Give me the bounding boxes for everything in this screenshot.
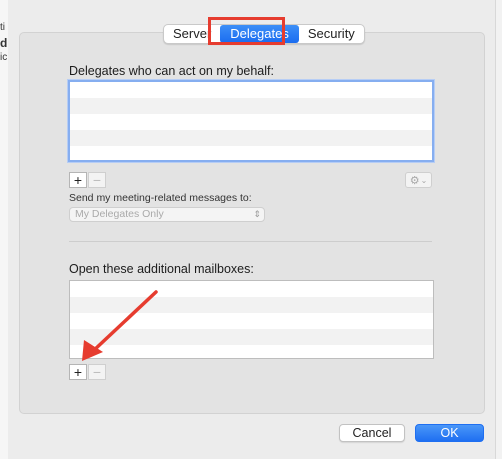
background-text: d (0, 36, 8, 50)
list-row (70, 281, 433, 297)
send-messages-popup[interactable]: My Delegates Only ⇕ (69, 207, 265, 222)
list-row (70, 345, 433, 358)
list-row (70, 114, 432, 130)
background-text: ti (0, 22, 5, 33)
list-row (70, 130, 432, 146)
delegates-list[interactable] (68, 80, 434, 162)
list-row (70, 146, 432, 160)
list-row (70, 329, 433, 345)
mailboxes-list[interactable] (69, 280, 434, 359)
gear-icon: ⚙ (409, 174, 420, 187)
tab-delegates[interactable]: Delegates (220, 25, 299, 43)
tab-bar: Server Delegates Security (163, 24, 365, 44)
list-row (70, 98, 432, 114)
add-delegate-button[interactable]: + (69, 172, 87, 188)
remove-delegate-button[interactable]: − (88, 172, 106, 188)
list-row (70, 313, 433, 329)
mailboxes-heading: Open these additional mailboxes: (69, 262, 254, 276)
ok-button[interactable]: OK (415, 424, 484, 442)
mailboxes-add-remove: + − (69, 364, 106, 380)
add-mailbox-button[interactable]: + (69, 364, 87, 380)
chevron-down-icon: ⌄ (420, 175, 428, 185)
background-window-edge-right (495, 0, 502, 459)
background-text: ic (0, 52, 8, 63)
tab-security[interactable]: Security (299, 25, 364, 43)
updown-arrows-icon: ⇕ (253, 209, 261, 219)
delegate-actions-button[interactable]: ⚙ ⌄ (405, 172, 432, 188)
list-row (70, 297, 433, 313)
delegates-heading: Delegates who can act on my behalf: (69, 64, 274, 78)
tab-server[interactable]: Server (164, 25, 220, 43)
send-messages-value: My Delegates Only (75, 208, 164, 220)
list-row (70, 82, 432, 98)
delegates-add-remove: + − (69, 172, 106, 188)
section-divider (69, 241, 432, 242)
send-messages-label: Send my meeting-related messages to: (69, 192, 252, 204)
remove-mailbox-button[interactable]: − (88, 364, 106, 380)
cancel-button[interactable]: Cancel (339, 424, 405, 442)
